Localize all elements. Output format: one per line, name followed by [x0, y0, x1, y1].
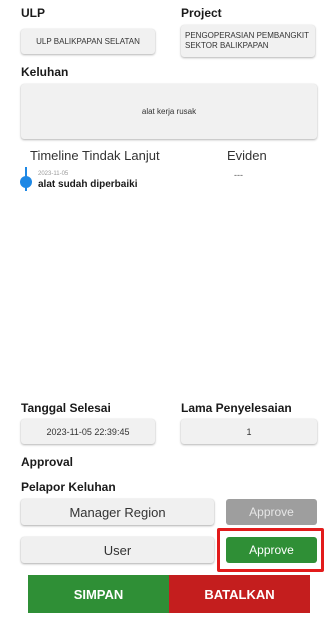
project-field[interactable]: PENGOPERASIAN PEMBANGKIT SEKTOR BALIKPAP… — [181, 25, 315, 57]
approve-manager-label: Approve — [249, 505, 294, 519]
project-value-line1: PENGOPERASIAN PEMBANGKIT — [185, 31, 310, 40]
user-button[interactable]: User — [21, 537, 214, 563]
ulp-label: ULP — [21, 6, 45, 20]
pelapor-keluhan-label: Pelapor Keluhan — [21, 480, 116, 494]
tanggal-selesai-value: 2023-11-05 22:39:45 — [46, 426, 130, 437]
tanggal-selesai-label: Tanggal Selesai — [21, 401, 111, 415]
timeline-header: Timeline Tindak Lanjut — [30, 148, 160, 163]
keluhan-label: Keluhan — [21, 65, 69, 79]
ulp-value: ULP BALIKPAPAN SELATAN — [36, 37, 140, 46]
manager-region-label: Manager Region — [69, 504, 166, 520]
keluhan-field[interactable]: alat kerja rusak — [21, 84, 317, 139]
timeline-item-eviden: --- — [234, 170, 243, 180]
manager-region-button[interactable]: Manager Region — [21, 499, 214, 525]
timeline-item-text: alat sudah diperbaiki — [38, 179, 138, 190]
project-label: Project — [181, 6, 222, 20]
batalkan-button[interactable]: BATALKAN — [169, 575, 310, 613]
timeline-item-date: 2023-11-05 — [38, 171, 69, 177]
ulp-field[interactable]: ULP BALIKPAPAN SELATAN — [21, 29, 155, 54]
timeline-dot-icon — [20, 176, 32, 188]
simpan-label: SIMPAN — [73, 586, 124, 602]
highlight-box — [217, 528, 324, 572]
tanggal-selesai-field[interactable]: 2023-11-05 22:39:45 — [21, 419, 155, 444]
simpan-button[interactable]: SIMPAN — [28, 575, 169, 613]
batalkan-label: BATALKAN — [204, 586, 275, 602]
lama-penyelesaian-value: 1 — [246, 426, 252, 437]
lama-penyelesaian-label: Lama Penyelesaian — [181, 401, 292, 415]
user-label: User — [103, 542, 132, 558]
approval-label: Approval — [21, 455, 74, 469]
project-value-line2: SEKTOR BALIKPAPAN — [185, 41, 269, 50]
keluhan-value: alat kerja rusak — [141, 107, 197, 116]
eviden-header: Eviden — [227, 148, 267, 163]
approve-manager-button[interactable]: Approve — [226, 499, 317, 525]
lama-penyelesaian-field[interactable]: 1 — [181, 419, 317, 444]
